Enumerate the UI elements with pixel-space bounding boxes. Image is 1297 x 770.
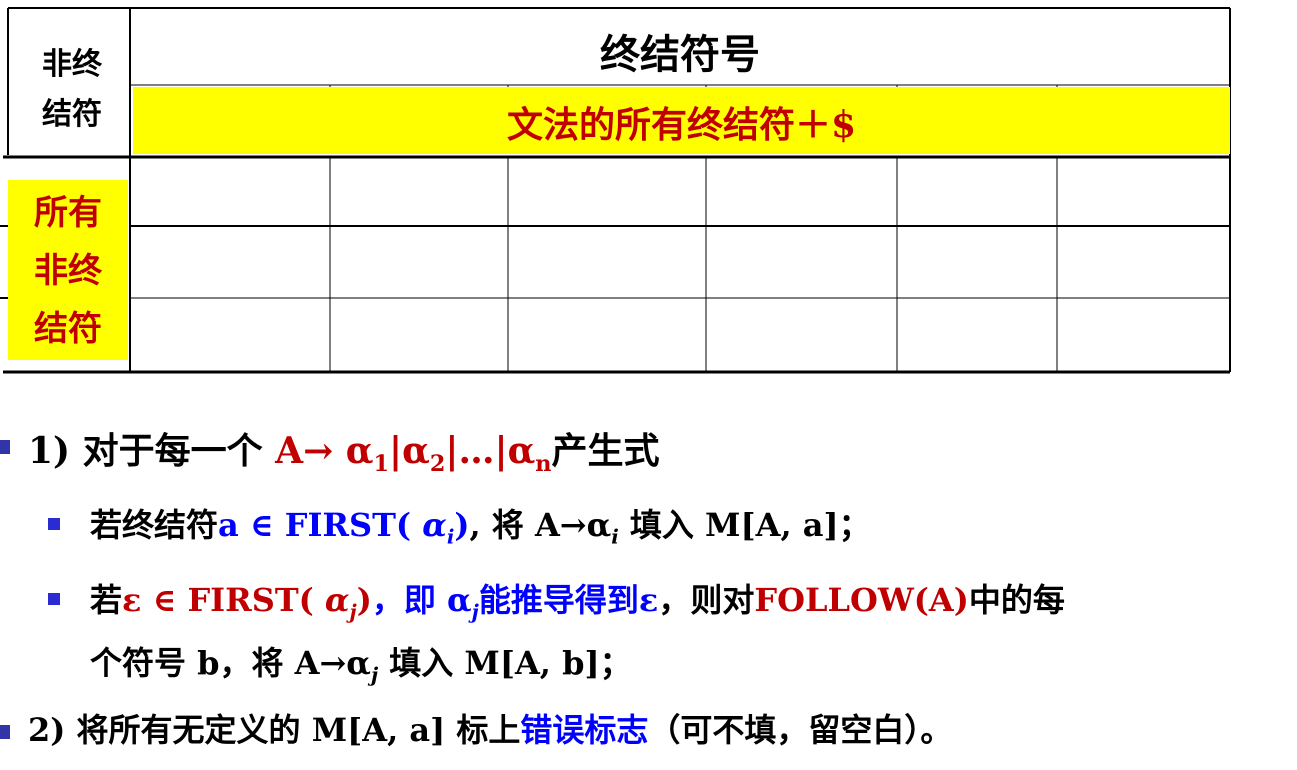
header-terminal-label: 终结符号 xyxy=(600,31,760,78)
header-nonterminal-label: 非终 结符 xyxy=(42,47,102,132)
rule-1a: 若终结符a ∈ FIRST( αi), 将 A→αi 填入 M[A, a]； xyxy=(90,506,871,549)
bullet-square-icon xyxy=(48,518,60,530)
rule-1b: 若ε ∈ FIRST( αj)，即 αj能推导得到ε，则对FOLLOW(A)中的… xyxy=(90,581,1065,624)
bullet-square-icon xyxy=(0,725,10,739)
bullet-square-icon xyxy=(0,440,10,454)
production-expr: A→ α1|α2|…|αn xyxy=(275,430,552,478)
rule-2: 2) 将所有无定义的 M[A, a] 标上错误标志（可不填，留空白）。 xyxy=(28,711,953,749)
rule-1b-cont: 个符号 b，将 A→αj 填入 M[A, b]； xyxy=(90,644,632,687)
rule-1: 1) 对于每一个 A→ α1|α2|…|αn产生式 xyxy=(28,430,660,478)
nonterminal-col-label: 所有 非终 结符 xyxy=(34,193,102,349)
bullet-square-icon xyxy=(48,593,60,605)
terminal-row-label: 文法的所有终结符＋$ xyxy=(506,104,857,146)
parsing-table: 非终 结符 终结符号 文法的所有终结符＋$ 所有 非终 结符 xyxy=(0,0,1297,380)
